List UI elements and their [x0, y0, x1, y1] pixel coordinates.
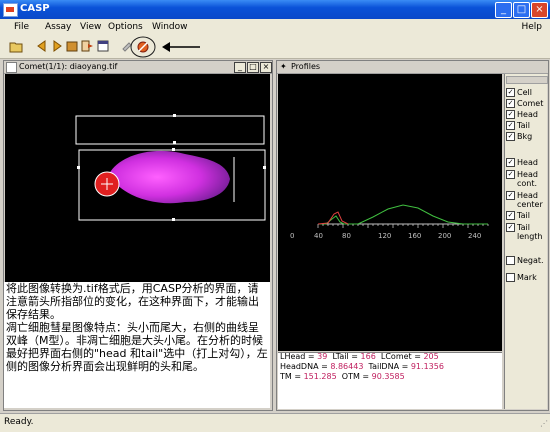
stats-readout: LHead = 39 LTail = 166 LComet = 205 Head…	[280, 352, 500, 382]
x-tick: 240	[468, 232, 482, 240]
check-head[interactable]: ✓ Head	[506, 110, 546, 119]
check-comet[interactable]: ✓ Comet	[506, 99, 546, 108]
comet-close-button[interactable]: ×	[260, 62, 272, 73]
panel-scrollbar[interactable]	[506, 76, 548, 84]
menu-bar: File Assay View Options Window Help	[0, 19, 550, 37]
check-tail[interactable]: ✓ Tail	[506, 121, 546, 130]
x-tick: 120	[378, 232, 392, 240]
window-icon[interactable]	[96, 39, 110, 53]
check-negat[interactable]: Negat.	[506, 256, 546, 265]
menu-options[interactable]: Options	[108, 22, 143, 32]
app-icon	[3, 3, 18, 17]
stats-row-1: LHead = 39 LTail = 166 LComet = 205	[280, 352, 439, 361]
check-head-center[interactable]: ✓ Head center	[506, 191, 546, 209]
app-title: CASP	[20, 3, 50, 14]
resize-grip-icon[interactable]: ⋰	[540, 419, 548, 428]
check-head-cont[interactable]: ✓ Head cont.	[506, 170, 546, 188]
comet-image-canvas[interactable]	[5, 74, 270, 282]
stats-row-2: HeadDNA = 8.86443 TailDNA = 91.1356	[280, 362, 444, 371]
next-icon[interactable]	[50, 39, 64, 53]
export-icon[interactable]	[80, 39, 94, 53]
document-icon	[6, 62, 17, 73]
check-tail-2[interactable]: ✓ Tail	[506, 211, 546, 220]
x-tick: 0	[290, 232, 295, 240]
title-bar: CASP _ □ ×	[0, 0, 550, 19]
profiles-icon: ✦	[280, 62, 287, 71]
checkbox-panel: ✓ Cell ✓ Comet ✓ Head ✓ Tail ✓ Bkg ✓ Head ✓ Hea…	[504, 74, 548, 409]
check-tail-length[interactable]: ✓ Tail length	[506, 223, 546, 241]
status-text: Ready.	[4, 417, 34, 427]
menu-assay[interactable]: Assay	[45, 22, 71, 32]
maximize-button[interactable]: □	[513, 2, 530, 18]
comet-window-titlebar: Comet(1/1): diaoyang.tif _ □ ×	[4, 61, 272, 74]
menu-view[interactable]: View	[80, 22, 101, 32]
load-icon[interactable]	[65, 39, 79, 53]
minimize-button[interactable]: _	[495, 2, 512, 18]
arrow-annotation-icon	[162, 42, 200, 52]
comet-image	[75, 114, 266, 221]
comet-window-title: Comet(1/1): diaoyang.tif	[19, 62, 118, 71]
open-folder-icon[interactable]	[9, 39, 23, 53]
profile-plot	[317, 204, 489, 228]
check-bkg[interactable]: ✓ Bkg	[506, 132, 546, 141]
x-tick: 80	[342, 232, 351, 240]
toolbar	[0, 36, 550, 59]
menu-help[interactable]: Help	[521, 22, 542, 32]
x-tick: 160	[408, 232, 422, 240]
analyze-icon[interactable]	[130, 36, 156, 58]
menu-window[interactable]: Window	[152, 22, 188, 32]
profiles-window-titlebar: ✦ Profiles	[277, 61, 548, 74]
comet-minimize-button[interactable]: _	[234, 62, 246, 73]
close-button[interactable]: ×	[531, 2, 548, 18]
check-cell[interactable]: ✓ Cell	[506, 88, 546, 97]
menu-file[interactable]: File	[14, 22, 29, 32]
x-tick: 200	[438, 232, 452, 240]
status-bar: Ready. ⋰	[0, 413, 550, 432]
profile-graph: 0 40 80 120 160 200 240	[278, 74, 502, 351]
stats-row-3: TM = 151.285 OTM = 90.3585	[280, 372, 405, 381]
previous-icon[interactable]	[35, 39, 49, 53]
x-tick: 40	[314, 232, 323, 240]
annotation-note: 将此图像转换为.tif格式后，用CASP分析的界面，请注意箭头所指部位的变化，在…	[6, 282, 268, 373]
profiles-window-title: Profiles	[291, 62, 321, 71]
comet-maximize-button[interactable]: □	[247, 62, 259, 73]
check-head-2[interactable]: ✓ Head	[506, 158, 546, 167]
check-mark[interactable]: Mark	[506, 273, 546, 282]
